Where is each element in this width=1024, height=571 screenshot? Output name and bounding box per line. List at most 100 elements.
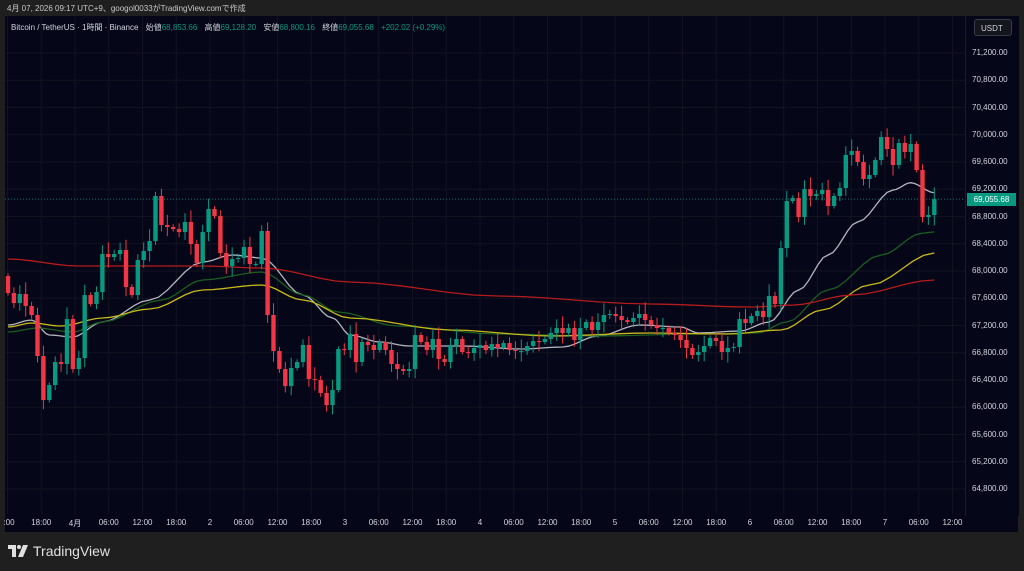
price-tick-label: 65,600.00 — [972, 429, 1008, 439]
candle-up — [896, 142, 902, 165]
candle-up — [578, 328, 583, 341]
candle-down — [395, 363, 400, 370]
low-label: 安値 — [263, 23, 280, 32]
candle-up — [631, 318, 636, 323]
candle-up — [601, 315, 607, 323]
candle-up — [749, 316, 754, 324]
candle-up — [454, 338, 459, 345]
candle-down — [123, 250, 129, 288]
candle-up — [737, 319, 742, 348]
grid-lines — [5, 16, 965, 514]
candle-up — [554, 328, 559, 333]
candle-up — [831, 195, 837, 207]
candle-up — [253, 264, 258, 266]
price-tick-label: 70,400.00 — [972, 102, 1008, 112]
candle-down — [666, 328, 671, 333]
moving-average-line — [7, 258, 935, 308]
price-tick-label: 69,200.00 — [972, 184, 1008, 194]
candle-down — [342, 349, 347, 351]
candle-up — [837, 188, 843, 196]
candle-down — [914, 144, 919, 171]
candle-down — [513, 350, 518, 352]
candle-up — [112, 254, 117, 258]
candle-up — [407, 369, 412, 372]
time-tick-label: :00 — [3, 518, 15, 527]
time-tick-label: 18:00 — [571, 518, 592, 527]
time-tick-label: 12:00 — [132, 518, 153, 527]
candle-up — [76, 357, 81, 370]
candle-down — [188, 222, 194, 245]
price-tick-label: 66,800.00 — [972, 347, 1008, 357]
price-tick-label: 66,000.00 — [972, 402, 1008, 412]
candle-up — [182, 222, 188, 233]
candle-down — [825, 189, 831, 207]
candle-up — [82, 295, 87, 358]
time-tick-label: 2 — [207, 518, 213, 527]
time-tick-label: 06:00 — [773, 518, 794, 527]
candle-up — [584, 322, 589, 329]
candle-down — [902, 142, 907, 152]
candle-up — [566, 328, 571, 333]
candle-down — [672, 332, 677, 336]
time-tick-label: 6 — [747, 518, 753, 527]
candle-up — [843, 154, 848, 189]
candle-up — [300, 344, 306, 363]
candlestick-chart[interactable] — [0, 0, 1024, 571]
candle-down — [383, 341, 388, 351]
candle-down — [560, 328, 565, 333]
candle-up — [530, 341, 536, 347]
candle-down — [796, 198, 801, 218]
candle-up — [47, 385, 52, 401]
candle-up — [100, 254, 105, 293]
candle-up — [471, 347, 477, 354]
candle-up — [230, 259, 235, 267]
candle-down — [283, 369, 288, 387]
candle-down — [572, 328, 577, 341]
time-tick-label: 06:00 — [908, 518, 929, 527]
symbol-title: Bitcoin / TetherUS · 1時間 · Binance — [11, 23, 139, 32]
candle-down — [507, 343, 512, 351]
time-tick-label: 4月 — [68, 519, 82, 528]
candle-down — [743, 319, 748, 324]
candle-down — [424, 341, 430, 351]
time-tick-label: 06:00 — [503, 518, 524, 527]
time-tick-label: 12:00 — [672, 518, 693, 527]
candle-up — [814, 194, 819, 196]
candle-up — [241, 247, 247, 258]
candle-down — [353, 334, 359, 363]
candle-up — [849, 151, 854, 155]
candle-down — [389, 350, 394, 364]
close-value: 69,055.68 — [338, 23, 374, 32]
candle-down — [318, 380, 323, 394]
candle-down — [165, 225, 170, 227]
candle-down — [106, 254, 111, 258]
tradingview-logo[interactable]: TradingView — [8, 543, 110, 559]
candle-up — [430, 338, 435, 351]
price-tick-label: 70,800.00 — [972, 75, 1008, 85]
candle-down — [5, 276, 11, 294]
candle-down — [619, 316, 624, 321]
candle-up — [359, 341, 365, 363]
tradingview-logo-icon — [8, 545, 28, 557]
time-tick-label: 5 — [612, 518, 618, 527]
currency-button[interactable]: USDT — [974, 19, 1012, 36]
candle-up — [412, 335, 418, 370]
candle-up — [348, 334, 353, 351]
time-tick-label: 12:00 — [537, 518, 558, 527]
candle-down — [613, 313, 618, 317]
candle-down — [690, 347, 695, 355]
candle-up — [64, 319, 70, 364]
candle-down — [772, 296, 778, 305]
price-tick-label: 66,400.00 — [972, 375, 1008, 384]
candle-down — [654, 325, 660, 329]
candle-down — [884, 136, 890, 149]
candle-down — [890, 148, 896, 165]
candle-down — [371, 344, 376, 351]
current-price-label: 69,055.68 — [967, 193, 1016, 206]
brand-name: TradingView — [33, 543, 111, 559]
candle-down — [324, 393, 329, 406]
candle-down — [159, 195, 164, 226]
candle-up — [820, 189, 825, 195]
candle-up — [147, 241, 152, 252]
candle-up — [153, 195, 158, 242]
